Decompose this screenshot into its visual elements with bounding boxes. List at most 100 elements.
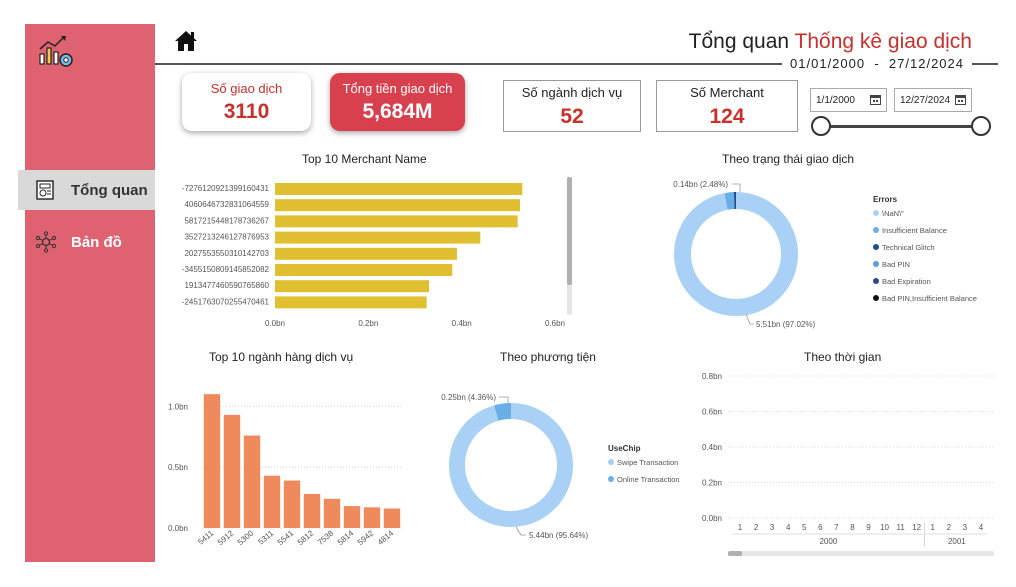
kpi-card-service-count: Số ngành dịch vụ 52 xyxy=(503,80,641,132)
chart-title-top-merchant: Top 10 Merchant Name xyxy=(302,152,427,166)
date-from-value: 1/1/2000 xyxy=(816,95,855,106)
date-from-text: 01/01/2000 xyxy=(790,56,866,71)
legend-title: UseChip xyxy=(608,444,641,453)
x-tick-label: 5814 xyxy=(336,528,356,547)
chart-title-status: Theo trạng thái giao dịch xyxy=(722,152,855,166)
merchant-category-label: 1913477460590765860 xyxy=(184,281,269,290)
sidebar-item-label: Bản đồ xyxy=(71,233,122,251)
scrollbar-thumb xyxy=(728,551,742,556)
legend-title: Errors xyxy=(873,195,898,204)
kpi-card-total-amount: Tổng tiền giao dịch 5,684M xyxy=(330,73,465,131)
industry-bar xyxy=(203,394,221,528)
x-tick-label: 7 xyxy=(834,523,839,532)
x-tick-label: 1 xyxy=(738,523,743,532)
date-slider-end-handle[interactable] xyxy=(971,116,991,136)
scrollbar-thumb xyxy=(567,177,572,285)
merchant-bar xyxy=(275,264,453,276)
legend-marker xyxy=(873,210,879,216)
merchant-category-label: -3455150809145852082 xyxy=(182,265,270,274)
legend-entry: Online Transaction xyxy=(617,475,680,484)
y-tick-label: 0.6bn xyxy=(702,408,722,417)
legend-entry: Swipe Transaction xyxy=(617,458,678,467)
donut-slice xyxy=(449,403,573,527)
kpi-label: Tổng tiền giao dịch xyxy=(342,81,453,96)
legend-entry: Insufficient Balance xyxy=(882,226,947,235)
merchant-bar xyxy=(275,199,520,212)
legend-entry: Bad PIN,Insufficient Balance xyxy=(882,294,977,303)
x-tick-label: 0.0bn xyxy=(265,319,285,328)
sidebar: Tổng quan Bản đồ xyxy=(18,24,155,562)
x-tick-label: 5912 xyxy=(216,528,236,547)
kpi-value: 52 xyxy=(560,105,584,128)
y-tick-label: 0.2bn xyxy=(702,479,722,488)
date-from-input[interactable]: 1/1/2000 xyxy=(810,88,887,112)
slice-data-label: 0.14bn (2.48%) xyxy=(673,180,728,189)
industry-bar xyxy=(223,414,241,528)
slice-data-label: 5.51bn (97.02%) xyxy=(756,320,815,329)
x-group-label: 2001 xyxy=(948,537,966,546)
x-tick-label: 8 xyxy=(850,523,855,532)
chart-title-top-industry: Top 10 ngành hàng dịch vụ xyxy=(209,350,354,364)
payment-method-donut-chart: 0.25bn (4.36%) 5.44bn (95.64%) UseChip Swip… xyxy=(441,393,680,540)
network-map-icon xyxy=(35,231,57,253)
y-tick-label: 0.8bn xyxy=(702,372,722,381)
x-tick-label: 0.4bn xyxy=(452,319,472,328)
chart-title-by-time: Theo thời gian xyxy=(804,350,882,364)
home-icon[interactable] xyxy=(174,29,198,53)
kpi-label: Số Merchant xyxy=(690,85,764,100)
industry-bar xyxy=(283,480,301,528)
x-tick-label: 2 xyxy=(947,523,952,532)
merchant-bar xyxy=(275,231,481,244)
calendar-icon[interactable] xyxy=(870,94,881,105)
y-tick-label: 0.0bn xyxy=(168,524,188,533)
page-title: Tổng quan Thống kê giao dịch xyxy=(689,30,972,54)
y-tick-label: 0.0bn xyxy=(702,514,722,523)
x-tick-label: 4814 xyxy=(376,528,396,547)
legend-marker xyxy=(873,261,879,267)
top-industry-bar-chart: 0.0bn 0.5bn 1.0bn 5411 5912 5300 5311 5541 5812 7… xyxy=(168,394,402,547)
kpi-value: 124 xyxy=(709,105,745,128)
title-accent: Thống kê giao dịch xyxy=(794,30,972,53)
date-to-input[interactable]: 12/27/2024 xyxy=(894,88,972,112)
merchant-category-label: 5817215448178736267 xyxy=(184,216,269,225)
legend-marker xyxy=(608,459,614,465)
kpi-label: Số ngành dịch vụ xyxy=(521,85,623,100)
legend-marker xyxy=(608,476,614,482)
x-tick-label: 4 xyxy=(786,523,791,532)
kpi-value: 3110 xyxy=(223,100,270,123)
y-tick-label: 0.5bn xyxy=(168,463,188,472)
sidebar-item-tong-quan[interactable]: Tổng quan xyxy=(18,170,155,210)
sidebar-item-label: Tổng quan xyxy=(71,181,148,199)
x-tick-label: 5300 xyxy=(236,528,256,547)
x-tick-label: 2 xyxy=(754,523,759,532)
legend-marker xyxy=(873,295,879,301)
calendar-icon[interactable] xyxy=(955,94,966,105)
industry-bar xyxy=(263,475,281,528)
title-main: Tổng quan xyxy=(688,30,795,53)
x-tick-label: 9 xyxy=(866,523,871,532)
x-tick-label: 6 xyxy=(818,523,823,532)
date-slider-track[interactable] xyxy=(821,125,981,128)
top-merchant-bar-chart: -7276120921399160431 4060646732831064559 5… xyxy=(182,177,572,328)
legend-marker xyxy=(873,278,879,284)
x-tick-label: 11 xyxy=(896,523,905,532)
legend-marker xyxy=(873,244,879,250)
merchant-bar xyxy=(275,296,427,309)
slice-data-label: 5.44bn (95.64%) xyxy=(529,531,588,540)
kpi-card-merchant-count: Số Merchant 124 xyxy=(656,80,798,132)
kpi-card-transactions: Số giao dịch 3110 xyxy=(182,73,311,131)
sidebar-item-ban-do[interactable]: Bản đồ xyxy=(18,222,155,262)
merchant-bar xyxy=(275,247,457,260)
industry-bar xyxy=(243,435,261,528)
x-tick-label: 12 xyxy=(912,523,921,532)
analytics-gear-icon xyxy=(39,36,73,67)
industry-bar xyxy=(303,493,321,528)
industry-bar xyxy=(343,506,361,528)
x-tick-label: 5311 xyxy=(256,528,275,546)
date-slider-start-handle[interactable] xyxy=(811,116,831,136)
merchant-category-label: -2451763070255470461 xyxy=(182,297,270,306)
date-range-label: 01/01/2000 - 27/12/2024 xyxy=(782,56,972,71)
y-tick-label: 1.0bn xyxy=(168,402,188,411)
kpi-label: Số giao dịch xyxy=(210,81,283,96)
industry-bar xyxy=(323,498,341,528)
